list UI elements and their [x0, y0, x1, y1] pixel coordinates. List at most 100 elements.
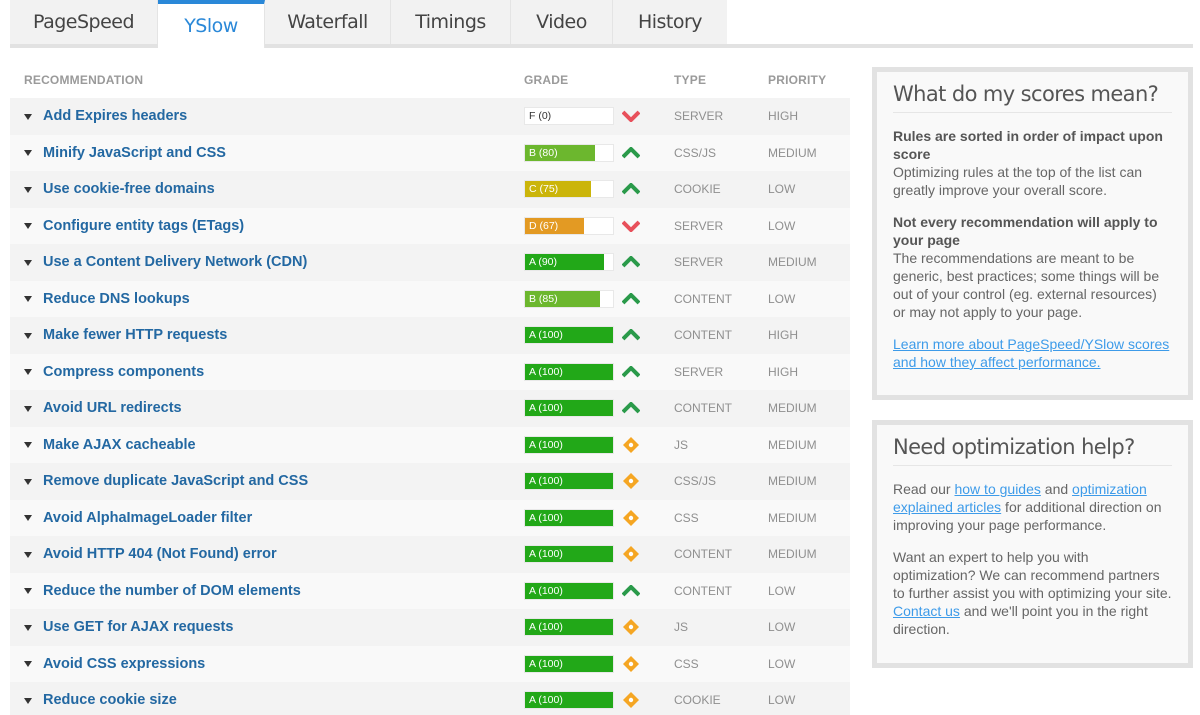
apply-text: The recommendations are meant to be gene…	[893, 250, 1160, 320]
expand-caret-icon[interactable]	[24, 588, 32, 595]
expand-caret-icon[interactable]	[24, 296, 32, 303]
tab-pagespeed[interactable]: PageSpeed	[10, 0, 158, 44]
recommendation-link[interactable]: Use GET for AJAX requests	[43, 619, 233, 635]
priority-cell: HIGH	[768, 328, 798, 343]
diamond-icon	[621, 545, 641, 563]
recommendation-cell: Avoid CSS expressions	[10, 656, 514, 672]
expand-caret-icon[interactable]	[24, 259, 32, 266]
expand-caret-icon[interactable]	[24, 332, 32, 339]
table-row[interactable]: Minify JavaScript and CSS B (80) CSS/JS MED…	[10, 134, 850, 171]
type-cell: CSS/JS	[674, 145, 717, 160]
chevron-up-icon	[621, 326, 641, 344]
type-cell: CONTENT	[674, 291, 732, 306]
recommendation-link[interactable]: Reduce DNS lookups	[43, 291, 190, 307]
grade-cell: A (100)	[514, 618, 674, 637]
table-row[interactable]: Use cookie-free domains C (75) COOKIE LOW	[10, 171, 850, 208]
recommendation-cell: Remove duplicate JavaScript and CSS	[10, 473, 514, 489]
expand-caret-icon[interactable]	[24, 113, 32, 120]
table-row[interactable]: Reduce DNS lookups B (85) CONTENT LOW	[10, 280, 850, 317]
recommendation-link[interactable]: Avoid HTTP 404 (Not Found) error	[43, 546, 277, 562]
contact-us-link[interactable]: Contact us	[893, 603, 960, 619]
recommendation-link[interactable]: Use cookie-free domains	[43, 181, 215, 197]
chevron-up-icon	[621, 180, 641, 198]
diamond-icon	[621, 618, 641, 636]
recommendation-link[interactable]: Avoid CSS expressions	[43, 656, 205, 672]
expand-caret-icon[interactable]	[24, 186, 32, 193]
chevron-down-icon	[621, 217, 641, 235]
table-row[interactable]: Reduce the number of DOM elements A (100)…	[10, 572, 850, 609]
grade-bar: A (100)	[524, 472, 614, 491]
table-row[interactable]: Avoid AlphaImageLoader filter A (100) CSS M…	[10, 499, 850, 536]
table-row[interactable]: Use GET for AJAX requests A (100) JS LOW	[10, 609, 850, 646]
tab-waterfall[interactable]: Waterfall	[265, 0, 391, 44]
grade-bar: A (100)	[524, 326, 614, 345]
chevron-down-icon	[621, 107, 641, 125]
type-cell: SERVER	[674, 364, 724, 379]
tab-timings[interactable]: Timings	[391, 0, 511, 44]
chevron-up-icon	[621, 253, 641, 271]
recommendation-link[interactable]: Avoid AlphaImageLoader filter	[43, 510, 252, 526]
grade-label: A (90)	[529, 256, 558, 269]
table-row[interactable]: Reduce cookie size A (100) COOKIE LOW	[10, 682, 850, 715]
expand-caret-icon[interactable]	[24, 405, 32, 412]
chevron-up-icon	[621, 144, 641, 162]
recommendation-link[interactable]: Minify JavaScript and CSS	[43, 145, 226, 161]
expand-caret-icon[interactable]	[24, 478, 32, 485]
grade-cell: A (100)	[514, 581, 674, 600]
table-row[interactable]: Avoid URL redirects A (100) CONTENT MEDIUM	[10, 390, 850, 427]
grade-cell: B (85)	[514, 289, 674, 308]
type-cell: CONTENT	[674, 547, 732, 562]
grade-label: A (100)	[529, 657, 563, 670]
recommendation-link[interactable]: Make fewer HTTP requests	[43, 327, 227, 343]
table-row[interactable]: Make AJAX cacheable A (100) JS MEDIUM	[10, 426, 850, 463]
recommendation-link[interactable]: Compress components	[43, 364, 204, 380]
expand-caret-icon[interactable]	[24, 442, 32, 449]
recommendation-cell: Reduce cookie size	[10, 692, 514, 708]
recommendation-link[interactable]: Reduce the number of DOM elements	[43, 583, 301, 599]
priority-cell: MEDIUM	[768, 437, 817, 452]
expand-caret-icon[interactable]	[24, 150, 32, 157]
grade-label: F (0)	[529, 110, 552, 123]
optimization-help-panel: Need optimization help? Read our how to …	[872, 420, 1193, 668]
recommendation-link[interactable]: Make AJAX cacheable	[43, 437, 196, 453]
expand-caret-icon[interactable]	[24, 515, 32, 522]
recommendation-link[interactable]: Configure entity tags (ETags)	[43, 218, 244, 234]
table-row[interactable]: Compress components A (100) SERVER HIGH	[10, 353, 850, 390]
grade-label: A (100)	[529, 329, 563, 342]
table-row[interactable]: Make fewer HTTP requests A (100) CONTENT HI…	[10, 317, 850, 354]
expand-caret-icon[interactable]	[24, 661, 32, 668]
recommendation-cell: Use cookie-free domains	[10, 181, 514, 197]
how-to-guides-link[interactable]: how to guides	[954, 481, 1040, 497]
priority-cell: HIGH	[768, 364, 798, 379]
diamond-icon	[621, 655, 641, 673]
table-row[interactable]: Avoid CSS expressions A (100) CSS LOW	[10, 645, 850, 682]
expand-caret-icon[interactable]	[24, 369, 32, 376]
expand-caret-icon[interactable]	[24, 624, 32, 631]
learn-more-link[interactable]: Learn more about PageSpeed/YSlow scores …	[893, 336, 1169, 370]
recommendation-cell: Compress components	[10, 364, 514, 380]
grade-label: C (75)	[529, 183, 559, 196]
recommendation-link[interactable]: Add Expires headers	[43, 108, 187, 124]
table-row[interactable]: Avoid HTTP 404 (Not Found) error A (100) C…	[10, 536, 850, 573]
priority-cell: LOW	[768, 583, 796, 598]
grade-bar: A (100)	[524, 654, 614, 673]
tab-yslow[interactable]: YSlow	[158, 0, 265, 48]
grade-label: A (100)	[529, 511, 563, 524]
priority-cell: LOW	[768, 182, 796, 197]
expand-caret-icon[interactable]	[24, 551, 32, 558]
table-row[interactable]: Add Expires headers F (0) SERVER HIGH	[10, 98, 850, 135]
table-row[interactable]: Use a Content Delivery Network (CDN) A (9…	[10, 244, 850, 281]
table-row[interactable]: Configure entity tags (ETags) D (67) SERVE…	[10, 207, 850, 244]
grade-label: A (100)	[529, 694, 563, 707]
recommendation-link[interactable]: Remove duplicate JavaScript and CSS	[43, 473, 308, 489]
tab-video[interactable]: Video	[511, 0, 613, 44]
tab-history[interactable]: History	[613, 0, 727, 44]
recommendation-link[interactable]: Use a Content Delivery Network (CDN)	[43, 254, 307, 270]
type-cell: JS	[674, 620, 689, 635]
recommendation-link[interactable]: Avoid URL redirects	[43, 400, 182, 416]
expand-caret-icon[interactable]	[24, 697, 32, 704]
scores-section-apply: Not every recommendation will apply to y…	[893, 213, 1172, 321]
expand-caret-icon[interactable]	[24, 223, 32, 230]
table-row[interactable]: Remove duplicate JavaScript and CSS A (10…	[10, 463, 850, 500]
recommendation-link[interactable]: Reduce cookie size	[43, 692, 177, 708]
